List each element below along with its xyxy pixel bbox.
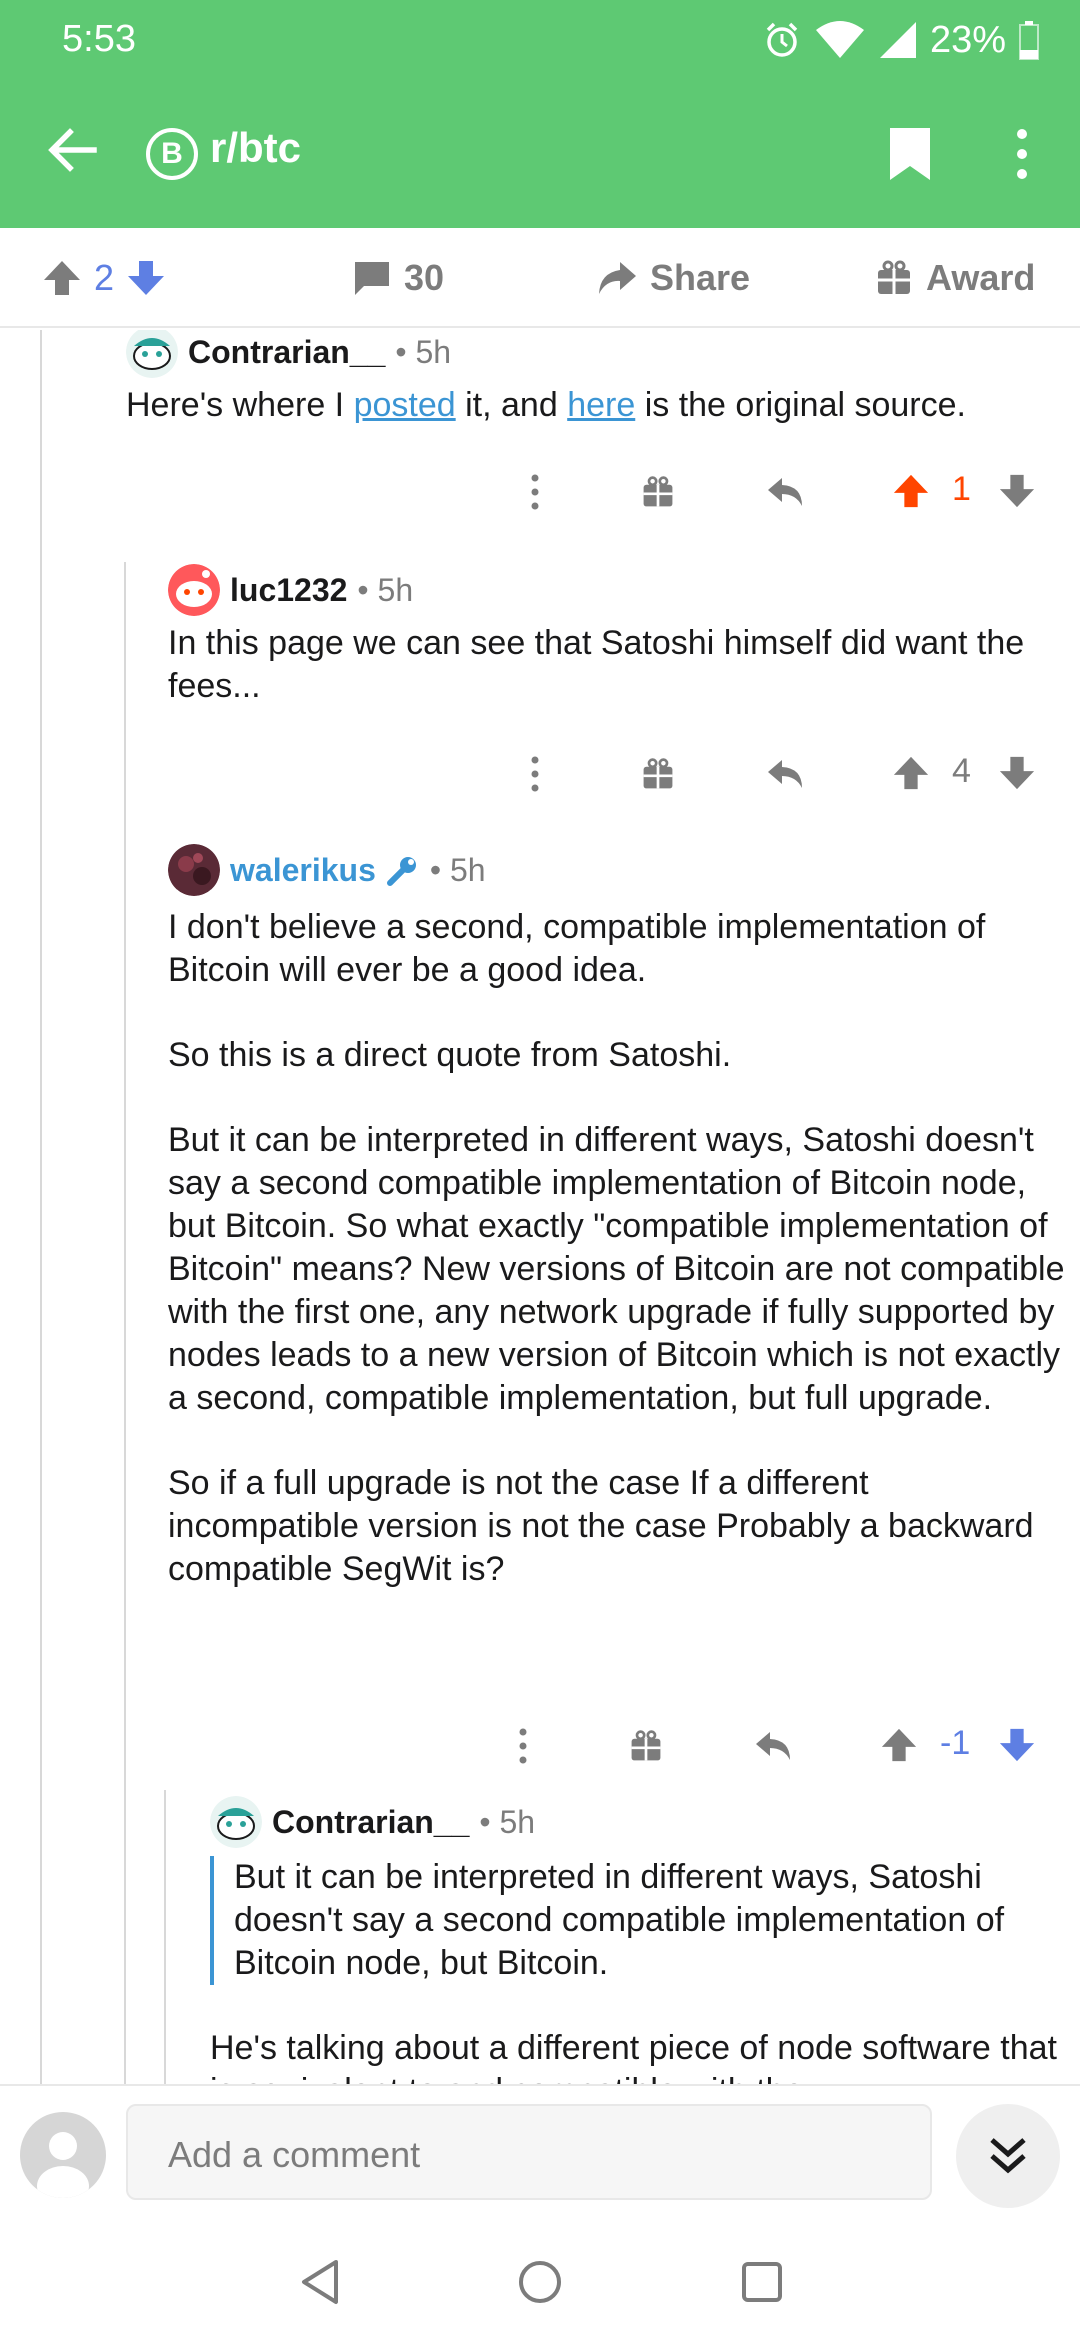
more-options-icon[interactable] — [520, 746, 550, 802]
thread-line — [40, 330, 42, 2084]
comment-body: In this page we can see that Satoshi him… — [168, 624, 1025, 705]
comment-paragraph: But it can be interpreted in different w… — [168, 1121, 1065, 1417]
upvote-icon[interactable] — [42, 258, 82, 298]
expand-comments-button[interactable] — [956, 2104, 1060, 2208]
post-action-bar: 2 30 Share Award — [0, 228, 1080, 328]
more-options-icon[interactable] — [1006, 124, 1038, 184]
downvote-icon[interactable] — [998, 754, 1036, 792]
back-arrow-icon[interactable] — [44, 122, 100, 178]
comment-thread: Contrarian__ • 5h Here's where I posted … — [0, 330, 1080, 2084]
add-comment-bar: Add a comment — [0, 2084, 1080, 2224]
comment-time: • 5h — [429, 851, 486, 888]
add-comment-input[interactable]: Add a comment — [126, 2104, 932, 2200]
upvote-icon[interactable] — [892, 472, 930, 510]
comment-header: Contrarian__ • 5h — [210, 1796, 535, 1848]
thread-line — [124, 562, 126, 2084]
reply-icon[interactable] — [766, 474, 806, 510]
comment-username[interactable]: walerikus — [230, 852, 376, 889]
comment-time: • 5h — [357, 571, 414, 608]
comment-paragraph: So if a full upgrade is not the case If … — [168, 1464, 1034, 1588]
thread-line — [164, 1790, 166, 2084]
wifi-icon — [815, 21, 864, 58]
gift-icon — [878, 260, 910, 294]
downvote-icon[interactable] — [998, 472, 1036, 510]
upvote-icon[interactable] — [892, 754, 930, 792]
comment-body: But it can be interpreted in different w… — [210, 1856, 1070, 2084]
downvote-icon[interactable] — [126, 258, 166, 298]
share-label: Share — [650, 257, 751, 298]
default-avatar-icon — [37, 2132, 89, 2198]
comment-username[interactable]: Contrarian__ — [188, 334, 385, 371]
alarm-icon — [766, 22, 798, 57]
share-button[interactable]: Share — [596, 228, 750, 328]
subreddit-title[interactable]: r/btc — [210, 124, 301, 172]
award-button[interactable]: Award — [874, 228, 1035, 328]
post-vote-count: 2 — [94, 257, 115, 298]
more-options-icon[interactable] — [520, 464, 550, 520]
status-time: 5:53 — [62, 18, 136, 60]
upvote-icon[interactable] — [880, 1726, 918, 1764]
comment-username[interactable]: Contrarian__ — [272, 1804, 469, 1841]
status-icons: 23% — [762, 14, 1040, 66]
system-nav-bar — [0, 2224, 1080, 2340]
nav-home-icon[interactable] — [516, 2258, 564, 2306]
downvote-icon[interactable] — [998, 1726, 1036, 1764]
subreddit-bitcoin-icon[interactable]: B — [146, 128, 198, 180]
comment-header: luc1232 • 5h — [168, 564, 413, 616]
signal-icon — [879, 22, 916, 58]
user-avatar[interactable] — [168, 844, 220, 896]
double-chevron-down-icon — [990, 2138, 1026, 2174]
user-avatar[interactable] — [20, 2112, 106, 2198]
battery-icon — [1019, 21, 1039, 60]
comment-paragraph: He's talking about a different piece of … — [210, 2029, 1057, 2084]
more-options-icon[interactable] — [508, 1718, 538, 1774]
bookmark-icon[interactable] — [886, 126, 934, 182]
wrench-icon — [386, 857, 416, 886]
reply-icon[interactable] — [754, 1728, 794, 1764]
comment-time: • 5h — [479, 1803, 536, 1840]
battery-percent: 23% — [929, 18, 1006, 61]
comment-actions: 4 — [520, 746, 1040, 802]
status-bar: 5:53 23% — [0, 0, 1080, 80]
snoo-avatar[interactable] — [210, 1796, 262, 1848]
comment-time: • 5h — [395, 333, 452, 370]
source-link[interactable]: here — [567, 386, 635, 424]
comment-vote-count: -1 — [940, 1724, 971, 1762]
post-votes: 2 — [42, 228, 166, 328]
gift-icon[interactable] — [640, 756, 676, 792]
comment-actions: 1 — [520, 464, 1040, 520]
quote-block: But it can be interpreted in different w… — [210, 1856, 1070, 1985]
comment-body: I don't believe a second, compatible imp… — [168, 906, 1068, 1633]
comment-body: Here's where I posted it, and here is th… — [126, 386, 966, 424]
nav-recents-icon[interactable] — [740, 2260, 784, 2304]
app-header: 5:53 23% B r/btc — [0, 0, 1080, 228]
comments-button[interactable]: 30 — [352, 228, 444, 328]
comment-count: 30 — [404, 257, 445, 298]
comment-paragraph: So this is a direct quote from Satoshi. — [168, 1036, 732, 1074]
comment-paragraph: I don't believe a second, compatible imp… — [168, 908, 986, 989]
comment-header: Contrarian__ • 5h — [126, 330, 451, 378]
comment-header: walerikus • 5h — [168, 844, 486, 896]
reply-icon[interactable] — [766, 756, 806, 792]
gift-icon[interactable] — [628, 1728, 664, 1764]
share-icon — [599, 262, 636, 294]
nav-back-icon[interactable] — [298, 2258, 342, 2306]
award-label: Award — [926, 257, 1036, 298]
comment-vote-count: 1 — [952, 470, 971, 508]
snoo-avatar[interactable] — [126, 330, 178, 378]
comment-vote-count: 4 — [952, 752, 971, 790]
comment-username[interactable]: luc1232 — [230, 572, 347, 609]
gift-icon[interactable] — [640, 474, 676, 510]
snoo-avatar[interactable] — [168, 564, 220, 616]
comment-icon — [355, 262, 389, 295]
posted-link[interactable]: posted — [354, 386, 456, 424]
comment-actions: -1 — [508, 1718, 1040, 1774]
